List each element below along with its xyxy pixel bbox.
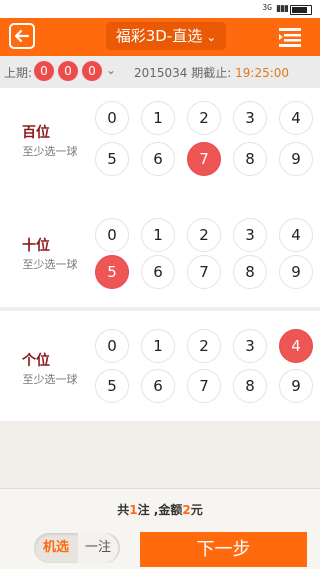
ball-1[interactable]: 1 [141, 101, 175, 135]
summary-prefix: 共 [117, 503, 130, 517]
random-pick-toggle[interactable]: 机选 一注 [34, 533, 120, 563]
ball-8[interactable]: 8 [233, 255, 267, 289]
last-draw-label: 上期: [4, 66, 33, 80]
chevron-down-icon: ⌄ [206, 30, 217, 44]
battery-icon [290, 5, 312, 15]
issue-number: 2015034 期截止: [134, 66, 232, 80]
ball-9[interactable]: 9 [279, 369, 313, 403]
hundreds-section: 百位 至少选一球 0 1 2 3 4 5 6 7 8 9 [0, 88, 320, 198]
bet-count: 1 [129, 503, 138, 517]
ball-1[interactable]: 1 [141, 329, 175, 363]
status-bar: 3G ▮▮▮ [0, 0, 320, 18]
position-name: 个位 [22, 353, 50, 369]
app-header: 福彩3D-直选 ⌄ [0, 18, 320, 56]
back-button[interactable] [9, 23, 35, 49]
menu-button[interactable] [278, 26, 302, 48]
bet-amount: 2 [182, 503, 191, 517]
ball-8[interactable]: 8 [233, 369, 267, 403]
ball-0[interactable]: 0 [95, 218, 129, 252]
position-name: 十位 [22, 238, 50, 254]
ball-2[interactable]: 2 [187, 329, 221, 363]
units-section: 个位 至少选一球 0 1 2 3 4 5 6 7 8 9 [0, 311, 320, 421]
arrow-left-icon [14, 29, 30, 43]
ball-0[interactable]: 0 [95, 101, 129, 135]
position-hint: 至少选一球 [22, 145, 78, 158]
ball-8[interactable]: 8 [233, 142, 267, 176]
ball-5-selected[interactable]: 5 [95, 255, 129, 289]
last-draw-ball: 0 [34, 61, 54, 81]
ball-4[interactable]: 4 [279, 101, 313, 135]
ball-7-selected[interactable]: 7 [187, 142, 221, 176]
next-step-button[interactable]: 下一步 [140, 532, 307, 567]
summary-mid: 注 ,金额 [137, 503, 183, 517]
summary-suffix: 元 [190, 503, 203, 517]
bet-summary: 共1注 ,金额2元 [0, 488, 320, 531]
game-title: 福彩3D-直选 [115, 27, 203, 45]
ball-3[interactable]: 3 [233, 218, 267, 252]
ball-7[interactable]: 7 [187, 369, 221, 403]
ball-0[interactable]: 0 [95, 329, 129, 363]
ball-6[interactable]: 6 [141, 369, 175, 403]
position-hint: 至少选一球 [22, 258, 78, 271]
last-draw-ball: 0 [58, 61, 78, 81]
ball-9[interactable]: 9 [279, 142, 313, 176]
ball-2[interactable]: 2 [187, 101, 221, 135]
single-bet-button[interactable]: 一注 [78, 533, 118, 563]
ball-2[interactable]: 2 [187, 218, 221, 252]
signal-bars-icon: ▮▮▮ [276, 4, 289, 14]
ball-3[interactable]: 3 [233, 101, 267, 135]
ball-5[interactable]: 5 [95, 142, 129, 176]
ball-3[interactable]: 3 [233, 329, 267, 363]
ball-9[interactable]: 9 [279, 255, 313, 289]
last-draw-bar[interactable]: 上期: 0 0 0 ⌄ 2015034 期截止: 19:25:00 [0, 56, 320, 89]
ball-6[interactable]: 6 [141, 255, 175, 289]
deadline-time: 19:25:00 [235, 66, 290, 80]
ball-4-selected[interactable]: 4 [279, 329, 313, 363]
game-type-selector[interactable]: 福彩3D-直选 ⌄ [106, 22, 226, 50]
chevron-down-icon[interactable]: ⌄ [106, 63, 116, 77]
ball-1[interactable]: 1 [141, 218, 175, 252]
tens-section: 十位 至少选一球 0 1 2 3 4 5 6 7 8 9 [0, 197, 320, 307]
position-name: 百位 [22, 125, 50, 141]
ball-6[interactable]: 6 [141, 142, 175, 176]
ball-5[interactable]: 5 [95, 369, 129, 403]
ball-4[interactable]: 4 [279, 218, 313, 252]
list-menu-icon [279, 28, 301, 47]
random-pick-button[interactable]: 机选 [34, 533, 78, 563]
signal-indicator: 3G [262, 3, 272, 12]
bottom-bar: 机选 一注 下一步 [0, 530, 320, 569]
issue-info: 2015034 期截止: 19:25:00 [134, 64, 289, 81]
ball-7[interactable]: 7 [187, 255, 221, 289]
last-draw-ball: 0 [82, 61, 102, 81]
position-hint: 至少选一球 [22, 373, 78, 386]
